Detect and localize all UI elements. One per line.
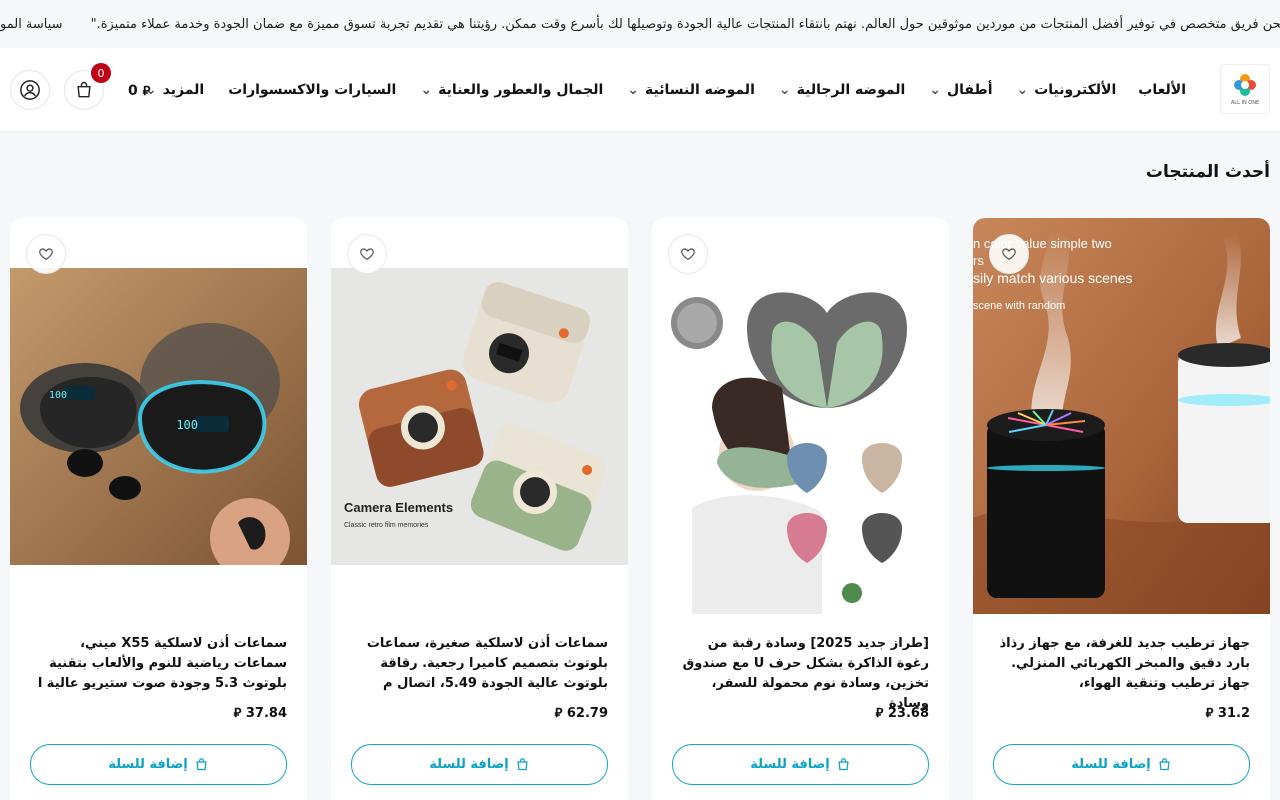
logo-icon bbox=[1234, 74, 1256, 96]
add-to-cart-label: إضافة للسلة bbox=[108, 757, 188, 772]
price-value: 23.68 bbox=[887, 706, 929, 721]
nav-item[interactable]: الموضه الرجالية ⌄ bbox=[779, 82, 905, 98]
nav-item[interactable]: الألعاب bbox=[1138, 82, 1186, 98]
nav-item-label: الجمال والعطور والعناية bbox=[438, 82, 604, 98]
product-image[interactable] bbox=[652, 268, 949, 614]
account-button[interactable] bbox=[10, 70, 50, 110]
cart-total-value: 0 bbox=[128, 82, 138, 99]
riyal-currency-icon: ⃁ bbox=[554, 706, 563, 721]
site-header: ALL IN ONE الألعاب الألكترونيات ⌄ أطفال ⌄ الم… bbox=[0, 48, 1280, 132]
add-to-cart-button[interactable]: إضافة للسلة bbox=[672, 744, 929, 785]
nav-item-label: المزيد bbox=[162, 82, 205, 98]
price-value: 37.84 bbox=[245, 706, 287, 721]
chevron-down-icon: ⌄ bbox=[627, 82, 640, 98]
product-image[interactable]: n color value simple two rs sily match v… bbox=[973, 218, 1270, 614]
x55-earbuds-image: 100 100 bbox=[10, 268, 307, 565]
product-title[interactable]: سماعات أذن لاسلكية X55 ميني، سماعات رياض… bbox=[30, 634, 287, 694]
nav-item[interactable]: أطفال ⌄ bbox=[929, 82, 992, 98]
section-title: أحدث المنتجات bbox=[1145, 162, 1270, 182]
product-card[interactable]: n color value simple two rs sily match v… bbox=[973, 218, 1270, 800]
wishlist-button[interactable] bbox=[347, 234, 387, 274]
chevron-down-icon: ⌄ bbox=[420, 82, 433, 98]
product-image[interactable]: Camera Elements Classic retro film memor… bbox=[331, 268, 628, 565]
cart-count-badge: 0 bbox=[91, 63, 111, 83]
nav-item-label: أطفال bbox=[947, 82, 993, 98]
product-card[interactable]: 100 100 سماعات أذن لاسلكية X55 ميني، سما… bbox=[10, 218, 307, 800]
shopping-bag-icon bbox=[77, 81, 91, 98]
add-to-cart-label: إضافة للسلة bbox=[429, 757, 509, 772]
caption-title: Camera Elements bbox=[344, 500, 454, 515]
riyal-currency-icon: ⃁ bbox=[233, 706, 242, 721]
product-price: 23.68 ⃁ bbox=[876, 704, 929, 721]
product-image[interactable]: 100 100 bbox=[10, 268, 307, 565]
cart-total[interactable]: 0 ⃁ bbox=[128, 82, 150, 99]
riyal-currency-icon: ⃁ bbox=[875, 706, 884, 721]
chevron-down-icon: ⌄ bbox=[1016, 82, 1029, 98]
caption-subtitle: Classic retro film memories bbox=[344, 522, 429, 529]
add-to-cart-button[interactable]: إضافة للسلة bbox=[993, 744, 1250, 785]
logo-text: ALL IN ONE bbox=[1230, 100, 1260, 106]
product-card[interactable]: Camera Elements Classic retro film memor… bbox=[331, 218, 628, 800]
nav-item[interactable]: الألكترونيات ⌄ bbox=[1017, 82, 1117, 98]
wishlist-button[interactable] bbox=[668, 234, 708, 274]
add-to-cart-button[interactable]: إضافة للسلة bbox=[30, 744, 287, 785]
product-title[interactable]: جهاز ترطيب جديد للغرفة، مع جهاز رذاذ بار… bbox=[993, 634, 1251, 694]
add-to-cart-button[interactable]: إضافة للسلة bbox=[351, 744, 608, 785]
nav-item-label: الموضه الرجالية bbox=[796, 82, 906, 98]
nav-item-label: الألعاب bbox=[1138, 82, 1186, 98]
wishlist-button[interactable] bbox=[26, 234, 66, 274]
riyal-currency-icon: ⃁ bbox=[142, 83, 151, 99]
image-caption: Camera Elements Classic retro film memor… bbox=[344, 500, 453, 529]
nav-item-label: الموضه النسائية bbox=[645, 82, 755, 98]
product-title[interactable]: [طراز جديد 2025] وسادة رقبة من رغوة الذا… bbox=[672, 634, 929, 714]
product-title[interactable]: سماعات أذن لاسلكية صغيرة، سماعات بلوتوث … bbox=[351, 634, 608, 694]
announcement-ticker: من نحن"نحن فريق متخصص في توفير أفضل المن… bbox=[0, 0, 1280, 48]
product-price: 31.2 ⃁ bbox=[1206, 704, 1250, 721]
ticker-about-text: من نحن"نحن فريق متخصص في توفير أفضل المن… bbox=[90, 16, 1280, 32]
nav-item[interactable]: الموضه النسائية ⌄ bbox=[627, 82, 755, 98]
shopping-bag-icon bbox=[1159, 758, 1170, 771]
overlay-line: sily match various scenes bbox=[973, 270, 1133, 286]
nav-item[interactable]: الجمال والعطور والعناية ⌄ bbox=[420, 82, 603, 98]
heart-icon bbox=[39, 248, 53, 261]
product-price: 62.79 ⃁ bbox=[555, 704, 608, 721]
product-card[interactable]: [طراز جديد 2025] وسادة رقبة من رغوة الذا… bbox=[652, 218, 949, 800]
cart-button[interactable]: 0 bbox=[64, 63, 111, 110]
chevron-down-icon: ⌄ bbox=[778, 82, 791, 98]
heart-icon bbox=[681, 248, 695, 261]
chevron-down-icon: ⌄ bbox=[929, 82, 942, 98]
shopping-bag-icon bbox=[196, 758, 207, 771]
riyal-currency-icon: ⃁ bbox=[1205, 706, 1214, 721]
wishlist-button[interactable] bbox=[989, 234, 1029, 274]
add-to-cart-label: إضافة للسلة bbox=[750, 757, 830, 772]
nav-item-label: السيارات والاكسسوارات bbox=[228, 82, 397, 98]
nav-item[interactable]: المزيد ⌄ bbox=[145, 82, 204, 98]
heart-icon bbox=[360, 248, 374, 261]
shopping-bag-icon bbox=[838, 758, 849, 771]
nav-item-label: الألكترونيات bbox=[1034, 82, 1117, 98]
price-value: 31.2 bbox=[1217, 706, 1250, 721]
svg-text:100: 100 bbox=[176, 418, 198, 432]
add-to-cart-label: إضافة للسلة bbox=[1071, 757, 1151, 772]
overlay-line: scene with random bbox=[973, 300, 1066, 312]
product-price: 37.84 ⃁ bbox=[234, 704, 287, 721]
heart-icon bbox=[1002, 248, 1016, 261]
price-value: 62.79 bbox=[566, 706, 608, 721]
ticker-policy-link[interactable]: سياسة المو bbox=[0, 17, 63, 32]
header-actions: 0 0 ⃁ bbox=[10, 63, 150, 110]
neck-pillow-image bbox=[652, 268, 949, 614]
user-icon bbox=[20, 80, 40, 100]
svg-text:100: 100 bbox=[49, 390, 67, 401]
store-logo[interactable]: ALL IN ONE bbox=[1220, 64, 1270, 114]
shopping-bag-icon bbox=[517, 758, 528, 771]
nav-item[interactable]: السيارات والاكسسوارات bbox=[228, 82, 396, 98]
main-nav: الألعاب الألكترونيات ⌄ أطفال ⌄ الموضه الرجالي… bbox=[121, 48, 1186, 132]
